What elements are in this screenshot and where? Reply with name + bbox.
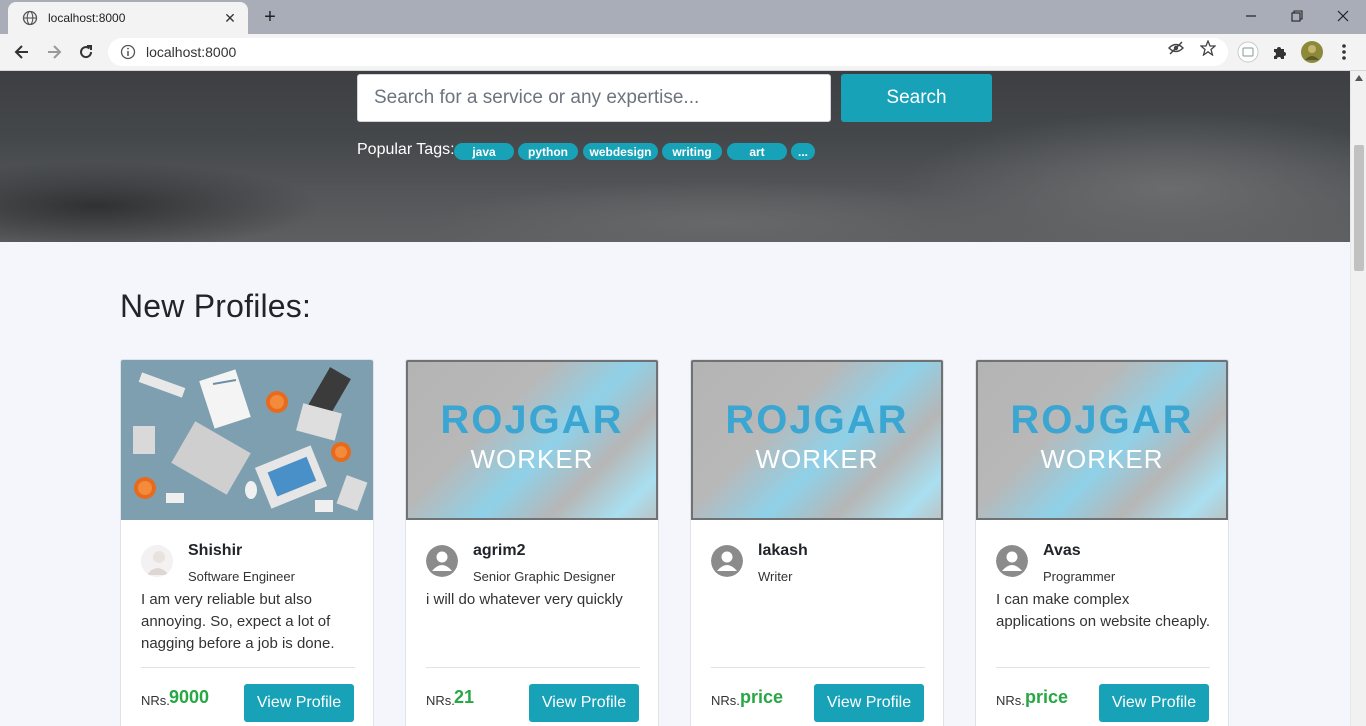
profile-name[interactable]: agrim2 [473, 542, 525, 560]
rojgar-logo-sub: WORKER [755, 444, 879, 474]
tab-title: localhost:8000 [48, 11, 126, 25]
card-divider [141, 667, 355, 668]
tag-writing[interactable]: writing [662, 143, 722, 160]
browser-toolbar: localhost:8000 [0, 34, 1366, 71]
reload-icon[interactable] [72, 38, 100, 66]
popular-tags-label: Popular Tags: [357, 141, 455, 158]
price-value: price [1025, 687, 1069, 707]
profile-name[interactable]: lakash [758, 542, 808, 560]
price-label: NRs. [996, 693, 1025, 708]
profile-description: I can make complex applications on websi… [996, 591, 1211, 630]
rojgar-logo-sub: WORKER [470, 444, 594, 474]
view-profile-button[interactable]: View Profile [814, 684, 924, 722]
profile-name[interactable]: Shishir [188, 542, 242, 560]
profile-avatar-icon[interactable] [1299, 39, 1325, 65]
url-text: localhost:8000 [146, 44, 237, 60]
price-label: NRs. [711, 693, 740, 708]
section-title: New Profiles: [120, 288, 312, 324]
price-value: price [740, 687, 784, 707]
hero-banner: Search Popular Tags: java python webdesi… [0, 71, 1350, 242]
avatar [141, 545, 173, 577]
profile-image[interactable] [121, 360, 373, 520]
browser-tab[interactable]: localhost:8000 ✕ [8, 2, 248, 34]
rojgar-logo: ROJGAR [1010, 398, 1194, 442]
page-viewport: Search Popular Tags: java python webdesi… [0, 71, 1350, 726]
page-scrollbar[interactable] [1350, 71, 1366, 726]
avatar [426, 545, 458, 577]
profile-card: ROJGAR WORKER agrim2 Senior Graphic Desi… [405, 359, 659, 726]
profile-image[interactable]: ROJGAR WORKER [976, 360, 1228, 520]
puzzle-icon[interactable] [1267, 39, 1293, 65]
eye-off-icon[interactable] [1168, 40, 1184, 56]
price-label: NRs. [141, 693, 170, 708]
menu-dots-icon[interactable] [1331, 39, 1357, 65]
profile-role: Programmer [1043, 569, 1116, 584]
scrollbar-thumb[interactable] [1354, 145, 1364, 271]
extension-icon[interactable] [1235, 39, 1261, 65]
profile-card: ROJGAR WORKER lakash Writer NRs. price V… [690, 359, 944, 726]
rojgar-logo: ROJGAR [440, 398, 624, 442]
card-divider [996, 667, 1210, 668]
card-divider [711, 667, 925, 668]
card-divider [426, 667, 640, 668]
view-profile-button[interactable]: View Profile [244, 684, 354, 722]
search-input[interactable] [357, 74, 831, 122]
back-arrow-icon[interactable] [8, 38, 36, 66]
close-tab-icon[interactable]: ✕ [222, 10, 238, 26]
profile-role: Software Engineer [188, 569, 295, 584]
new-tab-icon[interactable]: + [258, 5, 282, 29]
search-button[interactable]: Search [841, 74, 992, 122]
profile-card: ROJGAR WORKER Avas Programmer I can make… [975, 359, 1229, 726]
profile-role: Senior Graphic Designer [473, 569, 616, 584]
tag-webdesign[interactable]: webdesign [583, 143, 658, 160]
globe-icon [22, 10, 38, 26]
view-profile-button[interactable]: View Profile [529, 684, 639, 722]
tag-more[interactable]: ... [791, 143, 815, 160]
address-bar[interactable]: localhost:8000 [108, 38, 1228, 66]
tag-art[interactable]: art [727, 143, 787, 160]
price-label: NRs. [426, 693, 455, 708]
profile-image[interactable]: ROJGAR WORKER [406, 360, 658, 520]
view-profile-button[interactable]: View Profile [1099, 684, 1209, 722]
profile-image[interactable]: ROJGAR WORKER [691, 360, 943, 520]
forward-arrow-icon[interactable] [40, 38, 68, 66]
scroll-up-arrow-icon[interactable] [1354, 73, 1364, 83]
minimize-icon[interactable] [1228, 0, 1274, 32]
profile-description: I am very reliable but also annoying. So… [141, 591, 335, 652]
profile-description: i will do whatever very quickly [426, 591, 623, 608]
browser-tabstrip: localhost:8000 ✕ + [0, 0, 1366, 34]
avatar [711, 545, 743, 577]
avatar [996, 545, 1028, 577]
price-value: 9000 [169, 687, 210, 707]
profile-name[interactable]: Avas [1043, 542, 1081, 560]
bookmark-star-icon[interactable] [1200, 40, 1216, 56]
site-info-icon[interactable] [120, 44, 136, 60]
profile-role: Writer [758, 569, 793, 584]
rojgar-logo-sub: WORKER [1040, 444, 1164, 474]
restore-icon[interactable] [1274, 0, 1320, 32]
tag-java[interactable]: java [454, 143, 514, 160]
tag-python[interactable]: python [518, 143, 578, 160]
close-window-icon[interactable] [1320, 0, 1366, 32]
rojgar-logo: ROJGAR [725, 398, 909, 442]
price-value: 21 [454, 687, 475, 707]
profile-card: Shishir Software Engineer I am very reli… [120, 359, 374, 726]
